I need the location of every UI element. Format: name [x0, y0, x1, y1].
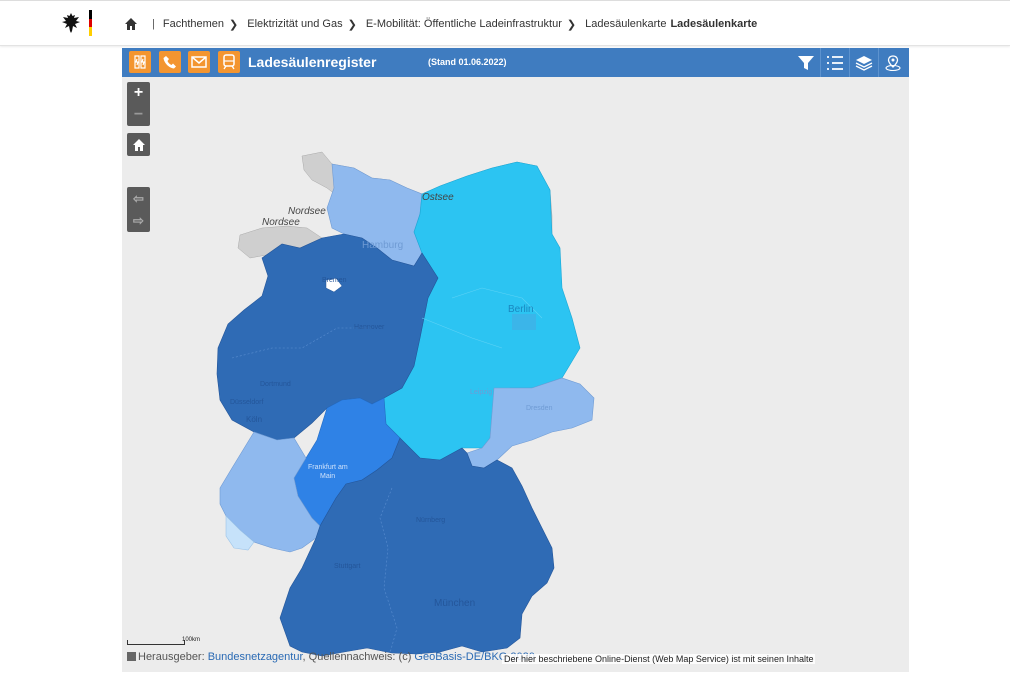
city-label-bremen: Bremen: [322, 277, 347, 284]
chevron-right-icon: ❯: [229, 18, 239, 31]
list-button[interactable]: [820, 48, 849, 77]
city-label-frankfurt-1: Frankfurt am: [308, 464, 348, 471]
sea-label-nordsee-1: Nordsee: [288, 206, 326, 217]
sea-label-ostsee: Ostsee: [422, 192, 454, 203]
breadcrumb-elektrizitaet[interactable]: Elektrizität und Gas: [247, 18, 342, 30]
germany-map[interactable]: Nordsee Nordsee Ostsee Hamburg Bremen Ha…: [122, 48, 909, 672]
filter-icon: [797, 55, 814, 70]
source-prefix: , Quellennachweis: (c): [302, 651, 415, 663]
zoom-out-button[interactable]: −: [127, 104, 150, 126]
scale-label: 100km: [182, 637, 201, 643]
filter-button[interactable]: [791, 48, 820, 77]
mail-icon: [191, 56, 207, 68]
flag-gold: [89, 27, 92, 36]
german-flag-stripe: [89, 10, 92, 36]
toolbar-stand-date: (Stand 01.06.2022): [428, 57, 507, 67]
breadcrumb-ladesaeulenkarte[interactable]: Ladesäulenkarte: [585, 18, 666, 30]
home-extent-control: [127, 133, 150, 156]
city-label-berlin: Berlin: [508, 304, 534, 315]
phone-button[interactable]: [159, 51, 181, 73]
breadcrumb-current: Ladesäulenkarte: [670, 18, 758, 30]
city-label-muenchen: München: [434, 598, 475, 609]
charging-station-icon: [134, 55, 146, 69]
toolbar-title: Ladesäulenregister: [248, 54, 377, 70]
layers-button[interactable]: [849, 48, 878, 77]
chevron-right-icon: ❯: [566, 18, 577, 31]
city-label-dresden: Dresden: [526, 405, 553, 412]
scale-bar: [127, 640, 185, 645]
layers-icon: [855, 55, 873, 71]
previous-extent-button[interactable]: ⇦: [127, 188, 150, 210]
zoom-control: + −: [127, 82, 150, 126]
chevron-right-icon: ❯: [347, 18, 357, 31]
locate-icon: [885, 54, 901, 71]
map-toolbar: Ladesäulenregister (Stand 01.06.2022): [122, 48, 909, 77]
berlin-marker: [512, 314, 536, 330]
flag-black: [89, 10, 92, 19]
locate-button[interactable]: [878, 48, 907, 77]
charging-station-button[interactable]: [129, 51, 151, 73]
train-icon: [223, 54, 235, 70]
city-label-dortmund: Dortmund: [260, 381, 291, 388]
attribution: Herausgeber: Bundesnetzagentur, Quellenn…: [127, 651, 535, 663]
train-button[interactable]: [218, 51, 240, 73]
next-extent-button[interactable]: ⇨: [127, 210, 150, 232]
breadcrumb-separator: |: [152, 18, 155, 30]
sea-label-nordsee-2: Nordsee: [262, 217, 300, 228]
home-icon[interactable]: [124, 17, 138, 31]
city-label-nuernberg: Nürnberg: [416, 517, 445, 524]
city-label-stuttgart: Stuttgart: [334, 563, 361, 570]
publisher-link[interactable]: Bundesnetzagentur: [208, 651, 303, 663]
service-note: Der hier beschriebene Online-Dienst (Web…: [502, 654, 816, 664]
home-icon[interactable]: [132, 138, 146, 152]
flag-red: [89, 18, 92, 28]
city-label-frankfurt-2: Main: [320, 473, 335, 480]
list-icon: [827, 55, 843, 70]
city-label-hannover: Hannover: [354, 324, 385, 331]
phone-icon: [163, 56, 176, 69]
site-header: | Fachthemen ❯ Elektrizität und Gas ❯ E-…: [0, 0, 1010, 46]
map-application: Nordsee Nordsee Ostsee Hamburg Bremen Ha…: [122, 48, 909, 672]
city-label-koeln: Köln: [246, 415, 262, 424]
city-label-leipzig: Leipzig: [470, 389, 492, 396]
city-label-hamburg: Hamburg: [362, 240, 403, 251]
breadcrumb-emobilitaet[interactable]: E-Mobilität: Öffentliche Ladeinfrastrukt…: [366, 18, 562, 30]
history-control: ⇦ ⇨: [127, 187, 150, 232]
publisher-prefix: Herausgeber:: [138, 651, 208, 663]
breadcrumb-fachthemen[interactable]: Fachthemen: [163, 18, 224, 30]
zoom-in-button[interactable]: +: [127, 82, 150, 104]
city-label-duesseldorf: Düsseldorf: [230, 399, 264, 406]
breadcrumb: | Fachthemen ❯ Elektrizität und Gas ❯ E-…: [124, 15, 757, 33]
mail-button[interactable]: [188, 51, 210, 73]
attribution-toggle-icon[interactable]: [127, 652, 136, 661]
federal-eagle-logo[interactable]: [59, 11, 83, 35]
